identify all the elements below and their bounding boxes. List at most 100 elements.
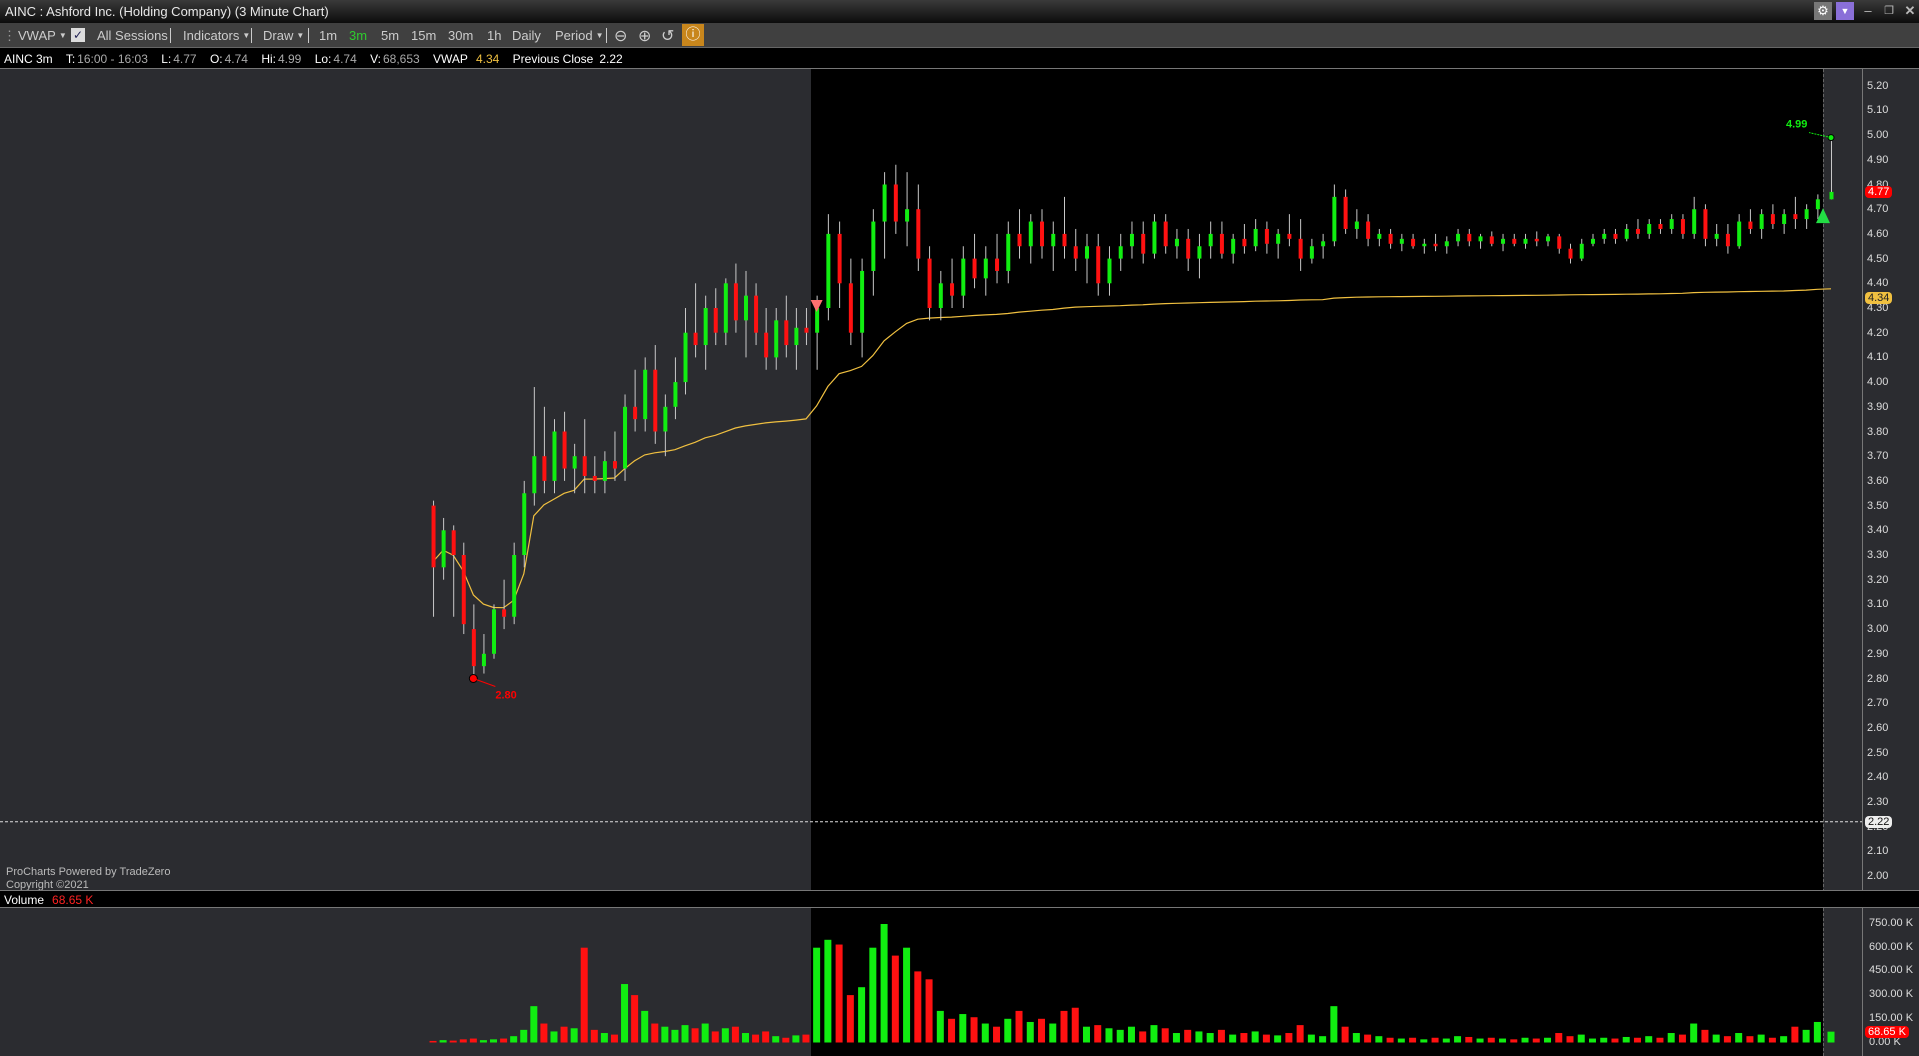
volume-bar bbox=[858, 987, 866, 1043]
magnifier-info-icon[interactable]: ⓘ bbox=[682, 24, 704, 46]
volume-bar bbox=[1026, 1021, 1034, 1043]
period-label: Period bbox=[555, 28, 593, 43]
previous-close-label: Previous Close bbox=[512, 52, 594, 66]
volume-bar bbox=[1229, 1034, 1237, 1043]
price-tick-label: 4.60 bbox=[1867, 227, 1889, 240]
volume-value: 68,653 bbox=[383, 52, 420, 66]
gear-icon[interactable]: ⚙ bbox=[1814, 2, 1832, 20]
caret-down-icon[interactable]: ▼ bbox=[1836, 2, 1854, 20]
zoom-in-icon[interactable]: ⊕ bbox=[638, 26, 651, 46]
volume-bar bbox=[1409, 1037, 1417, 1043]
price-tick-label: 2.10 bbox=[1867, 845, 1889, 858]
volume-bar bbox=[681, 1025, 689, 1043]
all-sessions-button[interactable]: All Sessions bbox=[97, 28, 168, 43]
volume-bar bbox=[449, 1040, 457, 1043]
volume-bar bbox=[1701, 1029, 1709, 1043]
period-dropdown[interactable]: Period ▼ bbox=[555, 28, 604, 43]
candle-body bbox=[927, 258, 932, 308]
candle-body bbox=[1219, 233, 1224, 254]
price-tick-label: 4.70 bbox=[1867, 203, 1889, 216]
candle-body bbox=[1546, 236, 1551, 242]
volume-bar bbox=[459, 1039, 467, 1043]
grip-handle-icon[interactable]: ⋮ bbox=[3, 28, 16, 44]
volume-bar bbox=[1780, 1036, 1788, 1043]
volume-current-badge: 68.65 K bbox=[1865, 1025, 1909, 1038]
minimize-icon[interactable]: – bbox=[1859, 2, 1877, 20]
vwap-label: VWAP bbox=[18, 28, 56, 43]
volume-tick-label: 300.00 K bbox=[1869, 988, 1914, 1001]
premarket-background bbox=[0, 908, 811, 1056]
low-label: Lo: bbox=[314, 52, 332, 66]
close-icon[interactable]: ✕ bbox=[1901, 2, 1919, 20]
candle-body bbox=[1748, 221, 1753, 229]
interval-1h[interactable]: 1h bbox=[487, 28, 501, 43]
volume-bar bbox=[782, 1037, 790, 1043]
price-tick-label: 4.90 bbox=[1867, 153, 1889, 166]
vwap-dropdown[interactable]: VWAP ▼ bbox=[18, 28, 67, 43]
volume-bar bbox=[439, 1040, 447, 1043]
draw-dropdown[interactable]: Draw ▼ bbox=[263, 28, 304, 43]
candle-body bbox=[1152, 221, 1157, 254]
interval-5m[interactable]: 5m bbox=[381, 28, 399, 43]
zoom-out-icon[interactable]: ⊖ bbox=[614, 26, 627, 46]
draw-label: Draw bbox=[263, 28, 294, 43]
interval-15m[interactable]: 15m bbox=[411, 28, 436, 43]
candle-body bbox=[481, 653, 486, 667]
candle-body bbox=[683, 332, 688, 383]
price-chart[interactable]: 2.80 4.99 bbox=[0, 69, 1862, 890]
candle-body bbox=[542, 456, 547, 481]
volume-bar bbox=[1532, 1038, 1540, 1043]
candle-body bbox=[713, 308, 718, 333]
candle-body bbox=[1635, 228, 1640, 234]
candle-body bbox=[512, 555, 517, 617]
divider bbox=[251, 28, 252, 43]
price-tick-label: 3.00 bbox=[1867, 623, 1889, 636]
volume-bar bbox=[530, 1006, 538, 1043]
candle-body bbox=[592, 475, 597, 481]
interval-daily[interactable]: Daily bbox=[512, 28, 541, 43]
volume-bar bbox=[1566, 1036, 1574, 1043]
volume-chart[interactable] bbox=[0, 908, 1862, 1056]
interval-3m[interactable]: 3m bbox=[349, 28, 367, 43]
volume-bar bbox=[1049, 1023, 1057, 1043]
last-value: 4.77 bbox=[173, 52, 197, 66]
candle-body bbox=[1253, 228, 1258, 247]
volume-bar bbox=[1723, 1036, 1731, 1043]
regular-session-background bbox=[811, 69, 1823, 890]
price-tick-label: 5.10 bbox=[1867, 104, 1889, 117]
restore-icon[interactable]: ❐ bbox=[1880, 2, 1898, 20]
price-tick-label: 3.40 bbox=[1867, 524, 1889, 537]
volume-bar bbox=[1633, 1037, 1641, 1043]
volume-bar bbox=[1307, 1034, 1315, 1043]
candle-body bbox=[693, 332, 698, 346]
checkbox-vwap[interactable]: ✓ bbox=[71, 28, 85, 42]
indicators-dropdown[interactable]: Indicators ▼ bbox=[183, 28, 250, 43]
candle-body bbox=[961, 258, 966, 296]
vwap-label: VWAP bbox=[433, 52, 468, 66]
volume-bar bbox=[925, 979, 933, 1043]
interval-1m[interactable]: 1m bbox=[319, 28, 337, 43]
candle-body bbox=[916, 209, 921, 259]
candle-body bbox=[983, 258, 988, 279]
reset-zoom-icon[interactable]: ↺ bbox=[661, 26, 674, 46]
volume-bar bbox=[610, 1034, 618, 1043]
price-axis[interactable]: 5.20 5.10 5.00 4.90 4.80 4.70 4.60 4.50 4.40 4.30… bbox=[1862, 69, 1919, 890]
volume-bar bbox=[1038, 1018, 1046, 1043]
candle-body bbox=[522, 493, 527, 555]
divider bbox=[170, 28, 171, 43]
volume-bar bbox=[948, 1018, 956, 1043]
candle-body bbox=[623, 406, 628, 469]
volume-bar bbox=[550, 1031, 558, 1043]
price-tick-label: 2.70 bbox=[1867, 697, 1889, 710]
volume-bar bbox=[1476, 1038, 1484, 1043]
interval-30m[interactable]: 30m bbox=[448, 28, 473, 43]
volume-bar bbox=[1375, 1036, 1383, 1043]
volume-header: Volume 68.65 K bbox=[0, 890, 1919, 908]
volume-bar bbox=[1690, 1023, 1698, 1043]
volume-bar bbox=[1667, 1033, 1675, 1043]
low-value: 4.74 bbox=[333, 52, 357, 66]
candle-body bbox=[441, 530, 446, 568]
price-tick-label: 2.30 bbox=[1867, 796, 1889, 808]
candle-body bbox=[643, 369, 648, 420]
volume-bar bbox=[1588, 1038, 1596, 1043]
